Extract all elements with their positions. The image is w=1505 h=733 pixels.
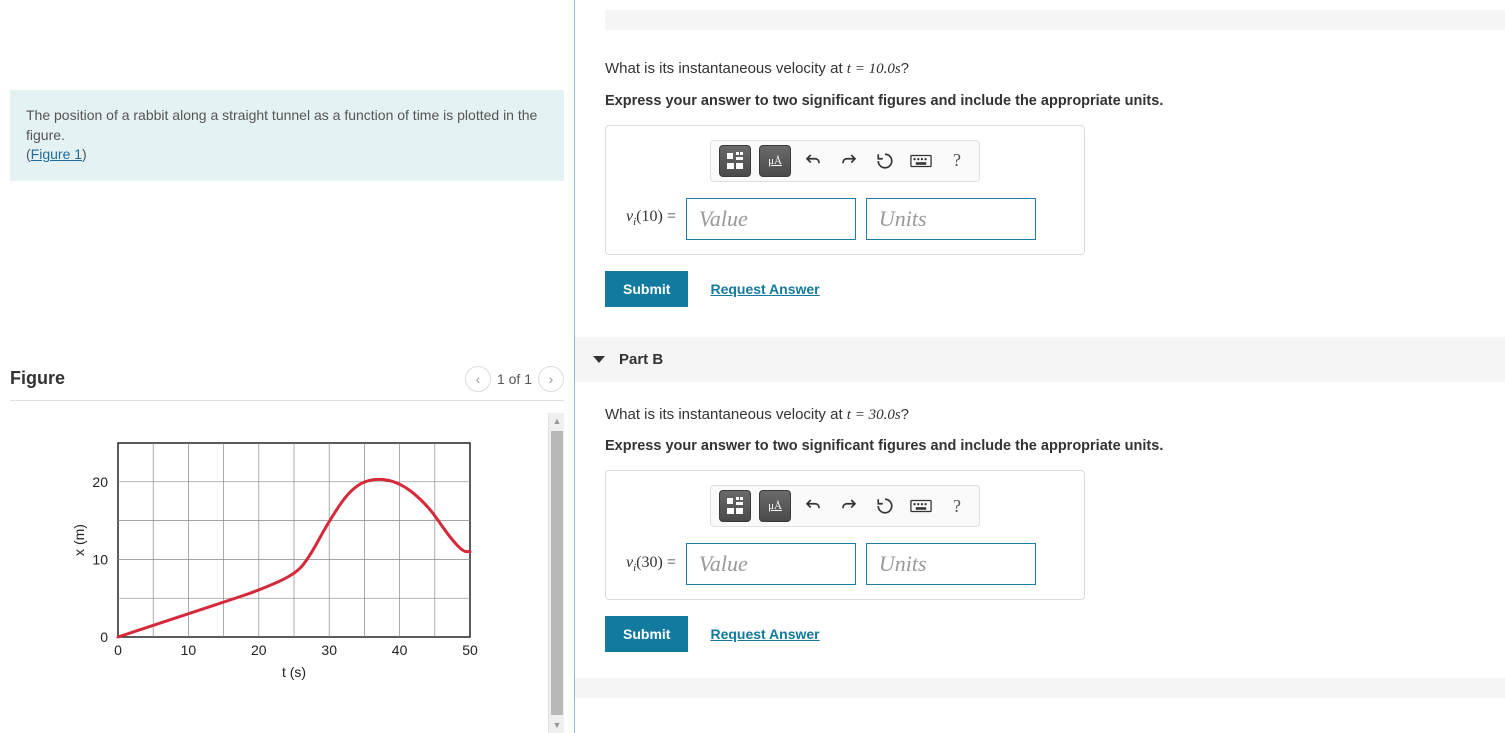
svg-text:t (s): t (s): [282, 664, 306, 680]
redo-icon[interactable]: [835, 146, 863, 176]
svg-text:40: 40: [392, 642, 408, 658]
part-a-instruction: Express your answer to two significant f…: [605, 93, 1505, 109]
part-a-submit-button[interactable]: Submit: [605, 271, 688, 307]
svg-text:10: 10: [92, 551, 108, 567]
part-b-units-input[interactable]: [866, 543, 1036, 585]
template-icon[interactable]: [719, 145, 751, 177]
part-a-header-strip: [605, 10, 1505, 30]
figure-nav: ‹ 1 of 1 ›: [465, 366, 564, 392]
svg-text:20: 20: [92, 474, 108, 490]
part-b-header[interactable]: Part B: [575, 337, 1505, 382]
part-b-instruction: Express your answer to two significant f…: [605, 438, 1505, 454]
figure-section: Figure ‹ 1 of 1 › 0 10 20 30 40 50 0 10 20 t (s) x…: [0, 366, 574, 733]
part-b-answer-card: μÅ ?: [605, 470, 1085, 600]
part-b-request-answer-link[interactable]: Request Answer: [710, 626, 819, 642]
position-chart: 0 10 20 30 40 50 0 10 20 t (s) x (m): [70, 423, 490, 683]
figure-link[interactable]: Figure 1: [31, 146, 82, 162]
template-icon[interactable]: [719, 490, 751, 522]
scroll-thumb[interactable]: [551, 431, 563, 715]
part-b-input-row: vi(30) =: [620, 543, 1070, 585]
part-a-answer-card: μÅ ?: [605, 125, 1085, 255]
units-tool-icon[interactable]: μÅ: [759, 145, 791, 177]
help-icon[interactable]: ?: [943, 491, 971, 521]
keyboard-icon[interactable]: [907, 146, 935, 176]
problem-sidebar: The position of a rabbit along a straigh…: [0, 0, 575, 733]
svg-text:x (m): x (m): [71, 524, 87, 556]
part-a-actions: Submit Request Answer: [605, 271, 1505, 307]
part-b-actions: Submit Request Answer: [605, 616, 1505, 652]
part-a-request-answer-link[interactable]: Request Answer: [710, 281, 819, 297]
part-b-value-input[interactable]: [686, 543, 856, 585]
part-a-value-input[interactable]: [686, 198, 856, 240]
svg-text:20: 20: [251, 642, 267, 658]
svg-text:10: 10: [181, 642, 197, 658]
answer-column: What is its instantaneous velocity at t …: [575, 0, 1505, 733]
figure-next-button[interactable]: ›: [538, 366, 564, 392]
part-a-variable-label: vi(10) =: [626, 208, 676, 228]
chart-area: 0 10 20 30 40 50 0 10 20 t (s) x (m): [10, 413, 548, 733]
part-b-submit-button[interactable]: Submit: [605, 616, 688, 652]
figure-header: Figure ‹ 1 of 1 ›: [10, 366, 564, 401]
problem-text: The position of a rabbit along a straigh…: [26, 107, 537, 143]
figure-title: Figure: [10, 368, 65, 389]
part-a-question: What is its instantaneous velocity at t …: [605, 60, 1505, 78]
units-tool-icon[interactable]: μÅ: [759, 490, 791, 522]
part-a-block: What is its instantaneous velocity at t …: [605, 60, 1505, 307]
reset-icon[interactable]: [871, 146, 899, 176]
part-b-toolbar: μÅ ?: [710, 485, 980, 527]
next-part-strip: [575, 678, 1505, 698]
part-b-title: Part B: [619, 351, 663, 368]
undo-icon[interactable]: [799, 491, 827, 521]
undo-icon[interactable]: [799, 146, 827, 176]
svg-text:0: 0: [100, 629, 108, 645]
part-a-toolbar: μÅ ?: [710, 140, 980, 182]
redo-icon[interactable]: [835, 491, 863, 521]
scroll-up-icon[interactable]: ▲: [549, 413, 565, 429]
app-root: The position of a rabbit along a straigh…: [0, 0, 1505, 733]
part-b-block: What is its instantaneous velocity at t …: [605, 406, 1505, 653]
part-a-input-row: vi(10) =: [620, 198, 1070, 240]
help-icon[interactable]: ?: [943, 146, 971, 176]
keyboard-icon[interactable]: [907, 491, 935, 521]
scroll-down-icon[interactable]: ▼: [549, 717, 565, 733]
part-a-units-input[interactable]: [866, 198, 1036, 240]
figure-counter: 1 of 1: [497, 371, 532, 387]
figure-body: 0 10 20 30 40 50 0 10 20 t (s) x (m) ▲ ▼: [10, 413, 564, 733]
svg-text:50: 50: [462, 642, 478, 658]
problem-statement: The position of a rabbit along a straigh…: [10, 90, 564, 181]
part-b-variable-label: vi(30) =: [626, 554, 676, 574]
caret-down-icon: [593, 356, 605, 363]
svg-text:0: 0: [114, 642, 122, 658]
figure-scrollbar[interactable]: ▲ ▼: [548, 413, 564, 733]
svg-text:30: 30: [321, 642, 337, 658]
reset-icon[interactable]: [871, 491, 899, 521]
part-b-question: What is its instantaneous velocity at t …: [605, 406, 1505, 424]
figure-prev-button[interactable]: ‹: [465, 366, 491, 392]
